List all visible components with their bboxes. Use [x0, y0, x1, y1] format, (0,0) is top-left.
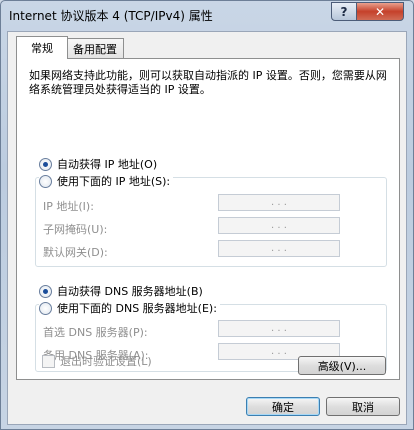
general-tab-panel: 如果网络支持此功能，则可以获取自动指派的 IP 设置。否则，您需要从网络系统管理… — [16, 58, 400, 380]
dialog-client-area: 常规 备用配置 如果网络支持此功能，则可以获取自动指派的 IP 设置。否则，您需… — [7, 31, 407, 425]
auto-dns-radio-circle[interactable] — [39, 284, 52, 298]
manual-ip-radio-circle[interactable] — [39, 174, 52, 188]
preferred-dns-dots: . . . — [271, 323, 287, 334]
close-button[interactable]: ✕ — [356, 2, 404, 21]
ip-address-input[interactable]: . . . — [218, 194, 340, 211]
preferred-dns-label: 首选 DNS 服务器(P): — [43, 326, 148, 339]
help-icon: ? — [340, 4, 348, 19]
manual-dns-radio[interactable]: 使用下面的 DNS 服务器地址(E): — [39, 300, 220, 316]
close-icon: ✕ — [374, 4, 386, 19]
ip-address-label: IP 地址(I): — [43, 200, 94, 213]
subnet-mask-label: 子网掩码(U): — [43, 223, 108, 236]
tab-alternate-configuration[interactable]: 备用配置 — [66, 38, 124, 58]
ok-button[interactable]: 确定 — [246, 397, 320, 416]
preferred-dns-input[interactable]: . . . — [218, 320, 340, 337]
help-button[interactable]: ? — [331, 2, 357, 21]
auto-dns-label: 自动获得 DNS 服务器地址(B) — [57, 285, 203, 298]
tab-general[interactable]: 常规 — [16, 36, 68, 59]
title-bar: Internet 协议版本 4 (TCP/IPv4) 属性 ? ✕ — [1, 1, 413, 29]
window-title: Internet 协议版本 4 (TCP/IPv4) 属性 — [9, 9, 213, 23]
auto-ip-label: 自动获得 IP 地址(O) — [57, 158, 158, 171]
description-text: 如果网络支持此功能，则可以获取自动指派的 IP 设置。否则，您需要从网络系统管理… — [29, 69, 387, 96]
auto-dns-radio[interactable]: 自动获得 DNS 服务器地址(B) — [39, 283, 203, 299]
default-gateway-dots: . . . — [271, 243, 287, 254]
dialog-window: Internet 协议版本 4 (TCP/IPv4) 属性 ? ✕ 常规 备用配… — [0, 0, 414, 430]
ip-address-dots: . . . — [271, 197, 287, 208]
validate-on-exit-box[interactable] — [42, 354, 55, 368]
default-gateway-input[interactable]: . . . — [218, 240, 340, 257]
auto-ip-radio[interactable]: 自动获得 IP 地址(O) — [39, 156, 157, 172]
cancel-button[interactable]: 取消 — [326, 397, 400, 416]
manual-ip-radio[interactable]: 使用下面的 IP 地址(S): — [39, 173, 174, 189]
manual-dns-label: 使用下面的 DNS 服务器地址(E): — [57, 302, 217, 315]
advanced-button[interactable]: 高级(V)... — [298, 356, 386, 375]
default-gateway-label: 默认网关(D): — [43, 246, 108, 259]
subnet-mask-dots: . . . — [271, 220, 287, 231]
auto-ip-radio-circle[interactable] — [39, 157, 52, 171]
validate-on-exit-label: 退出时验证设置(L) — [60, 355, 152, 368]
subnet-mask-input[interactable]: . . . — [218, 217, 340, 234]
manual-ip-label: 使用下面的 IP 地址(S): — [57, 175, 171, 188]
alternate-dns-dots: . . . — [271, 346, 287, 357]
manual-dns-radio-circle[interactable] — [39, 301, 52, 315]
validate-on-exit-checkbox[interactable]: 退出时验证设置(L) — [42, 353, 152, 369]
